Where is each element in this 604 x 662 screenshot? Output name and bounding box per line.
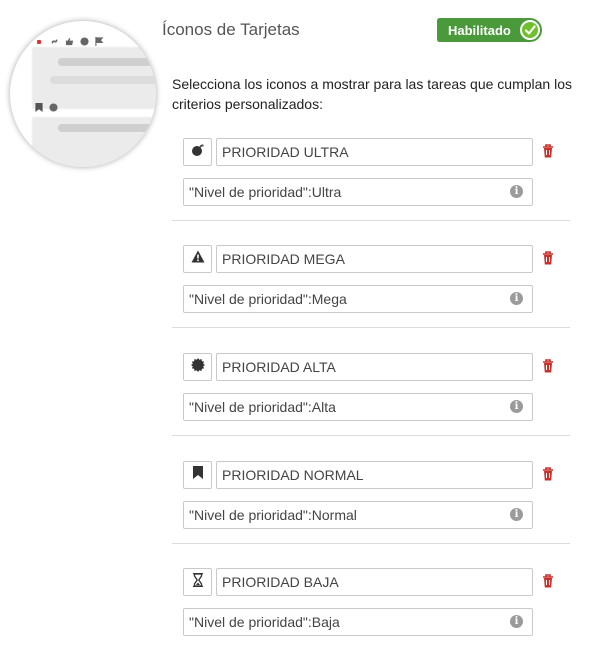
icon-picker-button[interactable] — [183, 461, 212, 489]
bomb-icon — [191, 143, 205, 162]
thumbs-up-icon — [65, 37, 74, 46]
icon-name-input[interactable] — [216, 138, 533, 166]
info-icon[interactable]: i — [510, 292, 523, 305]
enabled-toggle[interactable]: Habilitado — [437, 18, 542, 42]
warning-icon — [191, 250, 205, 268]
flag-icon — [95, 37, 104, 46]
preview-icons-row — [50, 37, 104, 46]
card-preview-image — [10, 21, 156, 167]
hourglass-icon — [192, 572, 203, 592]
trash-icon[interactable] — [542, 359, 556, 375]
icon-rule: i — [172, 353, 570, 436]
certificate-icon — [80, 37, 89, 46]
icon-rule: i — [172, 461, 570, 544]
certificate-icon — [190, 357, 205, 377]
icon-rule: i — [172, 138, 570, 221]
criteria-input[interactable] — [183, 393, 533, 421]
preview-text-line — [50, 76, 156, 84]
card-icons-settings: Íconos de Tarjetas Habilitado Selecciona… — [0, 0, 604, 662]
preview-text-line — [58, 124, 156, 132]
icon-name-input[interactable] — [216, 353, 533, 381]
preview-text-line — [58, 58, 156, 66]
section-title: Íconos de Tarjetas — [162, 20, 300, 39]
preview-icons-row — [34, 103, 58, 112]
criteria-input[interactable] — [183, 178, 533, 206]
icon-name-input[interactable] — [216, 461, 533, 489]
icon-name-input[interactable] — [216, 245, 533, 273]
trash-icon[interactable] — [542, 467, 556, 483]
trash-icon[interactable] — [542, 251, 556, 267]
check-icon — [520, 20, 540, 40]
icon-picker-button[interactable] — [183, 138, 212, 166]
icon-rule: i — [172, 245, 570, 328]
trash-icon[interactable] — [542, 574, 556, 590]
icon-picker-button[interactable] — [183, 245, 212, 273]
icon-picker-button[interactable] — [183, 568, 212, 596]
bookmark-icon — [34, 103, 43, 112]
trash-icon[interactable] — [542, 144, 556, 160]
icon-rule: i — [172, 568, 570, 650]
criteria-input[interactable] — [183, 608, 533, 636]
criteria-input[interactable] — [183, 285, 533, 313]
certificate-icon — [49, 103, 58, 112]
section-description: Selecciona los iconos a mostrar para las… — [172, 76, 572, 112]
info-icon[interactable]: i — [510, 400, 523, 413]
toggle-label: Habilitado — [448, 22, 511, 38]
link-icon — [50, 37, 59, 46]
info-icon[interactable]: i — [510, 615, 523, 628]
icon-picker-button[interactable] — [183, 353, 212, 381]
criteria-input[interactable] — [183, 501, 533, 529]
info-icon[interactable]: i — [510, 508, 523, 521]
icon-name-input[interactable] — [216, 568, 533, 596]
preview-label-dot — [37, 40, 41, 44]
info-icon[interactable]: i — [510, 185, 523, 198]
bookmark-icon — [192, 466, 203, 484]
